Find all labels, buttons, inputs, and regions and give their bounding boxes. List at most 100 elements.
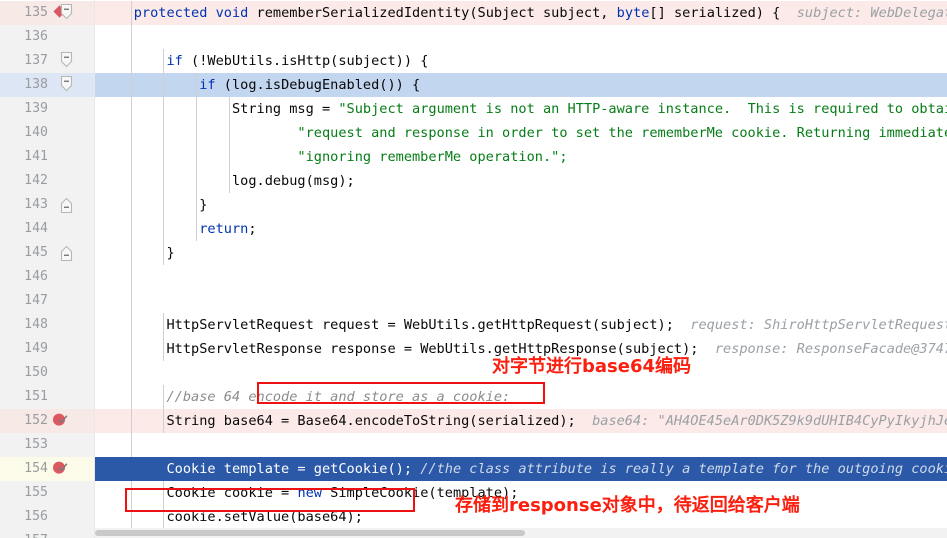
- line-gutter[interactable]: 154: [0, 457, 95, 481]
- code-line[interactable]: 151 //base 64 encode it and store as a c…: [0, 385, 947, 409]
- line-gutter[interactable]: 145: [0, 241, 95, 265]
- horizontal-scrollbar[interactable]: [95, 528, 947, 538]
- code-line-content[interactable]: [95, 433, 947, 457]
- code-token: HttpServletRequest request = WebUtils.ge…: [166, 317, 674, 333]
- line-number: 151: [24, 389, 48, 404]
- line-gutter[interactable]: 143: [0, 193, 95, 217]
- line-number: 141: [24, 149, 48, 164]
- code-line[interactable]: 149 HttpServletResponse response = WebUt…: [0, 337, 947, 361]
- code-line-content[interactable]: "request and response in order to set th…: [95, 121, 947, 145]
- code-line[interactable]: 148 HttpServletRequest request = WebUtil…: [0, 313, 947, 337]
- line-gutter[interactable]: 146: [0, 265, 95, 289]
- line-gutter[interactable]: 140: [0, 121, 95, 145]
- code-text: log.debug(msg);: [95, 169, 355, 193]
- code-line[interactable]: 153: [0, 433, 947, 457]
- code-line[interactable]: 150: [0, 361, 947, 385]
- code-line[interactable]: 138 if (log.isDebugEnabled()) {: [0, 73, 947, 97]
- code-line-content[interactable]: [95, 289, 947, 313]
- code-line-content[interactable]: [95, 25, 947, 49]
- code-line-content[interactable]: "ignoring rememberMe operation.";: [95, 145, 947, 169]
- line-gutter[interactable]: 139: [0, 97, 95, 121]
- code-line[interactable]: 147: [0, 289, 947, 313]
- code-line[interactable]: 139 String msg = "Subject argument is no…: [0, 97, 947, 121]
- code-line-content[interactable]: log.debug(msg);: [95, 169, 947, 193]
- code-line[interactable]: 152 String base64 = Base64.encodeToStrin…: [0, 409, 947, 433]
- code-line-content[interactable]: }: [95, 193, 947, 217]
- line-gutter[interactable]: 148: [0, 313, 95, 337]
- code-text: }: [95, 193, 207, 217]
- code-line-content[interactable]: [95, 265, 947, 289]
- line-gutter[interactable]: 142: [0, 169, 95, 193]
- line-number: 157: [0, 529, 48, 538]
- code-line-content[interactable]: //base 64 encode it and store as a cooki…: [95, 385, 947, 409]
- code-token: [] serialized) {: [649, 5, 781, 21]
- code-line[interactable]: 140 "request and response in order to se…: [0, 121, 947, 145]
- code-line[interactable]: 144 return;: [0, 217, 947, 241]
- code-token: byte: [616, 5, 650, 21]
- code-token: Cookie template = getCookie();: [166, 461, 421, 477]
- line-gutter[interactable]: 141: [0, 145, 95, 169]
- code-line[interactable]: 141 "ignoring rememberMe operation.";: [0, 145, 947, 169]
- code-line[interactable]: 136: [0, 25, 947, 49]
- line-number: 149: [24, 341, 48, 356]
- code-line-content[interactable]: String base64 = Base64.encodeToString(se…: [95, 409, 947, 433]
- horizontal-scrollbar-thumb[interactable]: [95, 530, 525, 536]
- code-line[interactable]: 146: [0, 265, 947, 289]
- code-token: ;: [248, 221, 257, 237]
- line-number: 148: [24, 317, 48, 332]
- code-line[interactable]: 142 log.debug(msg);: [0, 169, 947, 193]
- code-token: void: [215, 5, 249, 21]
- code-line-content[interactable]: }: [95, 241, 947, 265]
- line-gutter[interactable]: 151: [0, 385, 95, 409]
- line-gutter[interactable]: 156: [0, 505, 95, 529]
- fold-collapse-icon: [60, 75, 73, 92]
- code-line-content[interactable]: if (log.isDebugEnabled()) {: [95, 73, 947, 97]
- code-text: if (!WebUtils.isHttp(subject)) {: [95, 49, 428, 73]
- code-editor[interactable]: 135 protected void rememberSerializedIde…: [0, 0, 947, 538]
- code-line-content[interactable]: if (!WebUtils.isHttp(subject)) {: [95, 49, 947, 73]
- line-number: 155: [24, 485, 48, 500]
- line-gutter[interactable]: 144: [0, 217, 95, 241]
- code-line[interactable]: 143 }: [0, 193, 947, 217]
- fold-collapse-icon[interactable]: [60, 3, 82, 27]
- line-gutter[interactable]: 135: [0, 1, 95, 25]
- line-gutter[interactable]: 155: [0, 481, 95, 505]
- line-gutter[interactable]: 150: [0, 361, 95, 385]
- line-gutter[interactable]: 149: [0, 337, 95, 361]
- line-gutter[interactable]: 137: [0, 49, 95, 73]
- code-line-content[interactable]: Cookie template = getCookie(); //the cla…: [95, 457, 947, 481]
- code-token: (!WebUtils.isHttp(subject)) {: [182, 53, 429, 69]
- code-token: "Subject argument is not an HTTP-aware i…: [338, 101, 947, 117]
- fold-collapse-icon[interactable]: [60, 75, 82, 99]
- code-line[interactable]: 137 if (!WebUtils.isHttp(subject)) {: [0, 49, 947, 73]
- code-line-content[interactable]: protected void rememberSerializedIdentit…: [95, 1, 947, 25]
- breakpoint-verified-icon[interactable]: [52, 411, 69, 428]
- code-line[interactable]: 145 }: [0, 241, 947, 265]
- line-gutter[interactable]: 157: [0, 529, 95, 538]
- code-token: rememberSerializedIdentity(Subject subje…: [248, 5, 617, 21]
- line-gutter[interactable]: 136: [0, 25, 95, 49]
- line-gutter[interactable]: 153: [0, 433, 95, 457]
- code-line-content[interactable]: return;: [95, 217, 947, 241]
- code-token: String base64 = Base64.encodeToString(se…: [166, 413, 576, 429]
- code-text: protected void rememberSerializedIdentit…: [95, 1, 947, 25]
- line-gutter[interactable]: 147: [0, 289, 95, 313]
- breakpoint-verified-icon[interactable]: [52, 459, 69, 476]
- fold-collapse-icon[interactable]: [60, 51, 82, 75]
- annotation-base64-text: 对字节进行base64编码: [492, 356, 692, 377]
- indent-guide: [130, 433, 132, 457]
- code-line[interactable]: 135 protected void rememberSerializedIde…: [0, 1, 947, 25]
- indent-guide: [130, 289, 132, 313]
- line-gutter[interactable]: 138: [0, 73, 95, 97]
- code-line-content[interactable]: String msg = "Subject argument is not an…: [95, 97, 947, 121]
- code-text: if (log.isDebugEnabled()) {: [95, 73, 420, 97]
- code-line[interactable]: 154 Cookie template = getCookie(); //the…: [0, 457, 947, 481]
- code-token: //the class attribute is really a templa…: [420, 461, 947, 477]
- code-token: new: [297, 485, 322, 501]
- line-number: 139: [24, 101, 48, 116]
- code-token: if: [166, 53, 183, 69]
- line-gutter[interactable]: 152: [0, 409, 95, 433]
- code-line-content[interactable]: HttpServletRequest request = WebUtils.ge…: [95, 313, 947, 337]
